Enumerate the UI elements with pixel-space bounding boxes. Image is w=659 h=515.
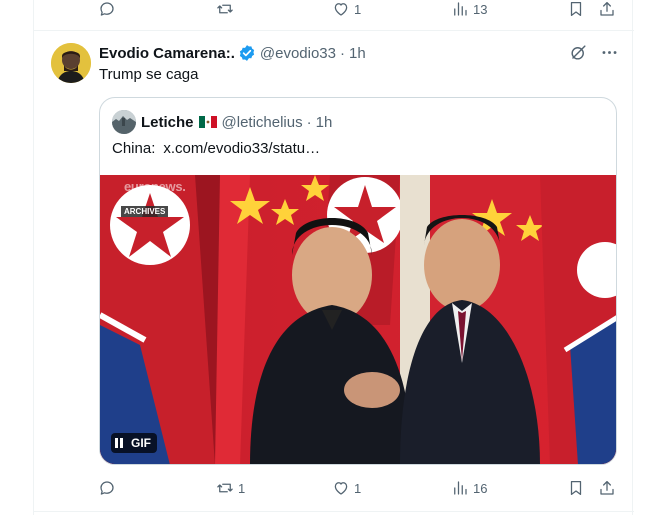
share-icon <box>600 480 614 495</box>
separator-dot: · <box>340 44 345 62</box>
bookmark-button[interactable] <box>567 0 585 18</box>
like-button[interactable]: 1 <box>332 0 361 18</box>
verified-badge-icon[interactable] <box>238 44 256 62</box>
views-chart-icon <box>454 481 467 495</box>
gif-frame <box>100 175 616 464</box>
post-header: Evodio Camarena:. @evodio33 · 1h <box>99 44 366 62</box>
share-icon <box>600 1 614 16</box>
views-count: 16 <box>473 480 488 496</box>
bookmark-icon <box>570 480 582 496</box>
quoted-tweet[interactable]: Letiche @letichelius · 1h China: x.com/ev… <box>99 97 617 465</box>
like-button[interactable]: 1 <box>332 479 361 497</box>
reply-button[interactable] <box>98 0 120 18</box>
repost-count: 1 <box>238 480 246 496</box>
pause-icon[interactable] <box>115 438 123 448</box>
quote-display-name[interactable]: Letiche <box>141 114 194 131</box>
display-name[interactable]: Evodio Camarena:. <box>99 45 235 62</box>
repost-icon <box>217 4 233 14</box>
quote-handle[interactable]: @letichelius <box>222 114 303 131</box>
views-count: 13 <box>473 1 488 17</box>
share-button[interactable] <box>598 479 616 497</box>
timeline: 1 13 Evodio Camarena:. @evodio33 · 1h Tr… <box>33 0 634 515</box>
heart-icon <box>334 482 348 495</box>
archives-label: ARCHIVES <box>121 206 169 217</box>
share-button[interactable] <box>598 0 616 18</box>
handle[interactable]: @evodio33 <box>260 45 336 62</box>
quote-link[interactable]: x.com/evodio33/statu… <box>163 140 320 157</box>
grok-icon[interactable] <box>569 43 588 62</box>
heart-icon <box>334 3 348 16</box>
post-text: Trump se caga <box>99 66 199 83</box>
reply-icon <box>100 481 114 495</box>
avatar[interactable] <box>51 43 91 83</box>
more-options-icon[interactable] <box>600 43 619 62</box>
repost-button[interactable] <box>216 0 238 18</box>
post-divider-bottom <box>34 511 634 512</box>
quote-media-gif[interactable]: euronews. ARCHIVES GIF <box>100 175 616 464</box>
reply-icon <box>100 2 114 16</box>
repost-icon <box>217 483 233 493</box>
quote-separator-dot: · <box>306 113 312 131</box>
quote-timestamp[interactable]: 1h <box>316 114 333 131</box>
views-chart-icon <box>454 2 467 16</box>
views-button[interactable]: 16 <box>451 479 487 497</box>
quote-header: Letiche @letichelius · 1h <box>112 110 332 134</box>
views-button[interactable]: 13 <box>451 0 487 18</box>
bookmark-icon <box>570 1 582 17</box>
tweet[interactable]: Evodio Camarena:. @evodio33 · 1h Trump s… <box>34 31 634 509</box>
reply-button[interactable] <box>98 479 120 497</box>
timestamp[interactable]: 1h <box>349 45 366 62</box>
mexico-flag-icon <box>198 116 217 128</box>
quote-text-prefix: China: <box>112 140 156 157</box>
post-action-bar: 1 1 16 <box>34 476 634 500</box>
gif-label: GIF <box>131 436 151 450</box>
prev-post-action-bar: 1 13 <box>34 0 634 21</box>
repost-button[interactable]: 1 <box>216 479 245 497</box>
euronews-watermark: euronews. <box>124 179 186 194</box>
quote-avatar[interactable] <box>112 110 136 134</box>
like-count: 1 <box>354 480 362 496</box>
post-top-right <box>569 43 619 62</box>
bookmark-button[interactable] <box>567 479 585 497</box>
quote-text: China: x.com/evodio33/statu… <box>112 140 320 157</box>
gif-badge[interactable]: GIF <box>111 433 157 453</box>
like-count: 1 <box>354 1 362 17</box>
